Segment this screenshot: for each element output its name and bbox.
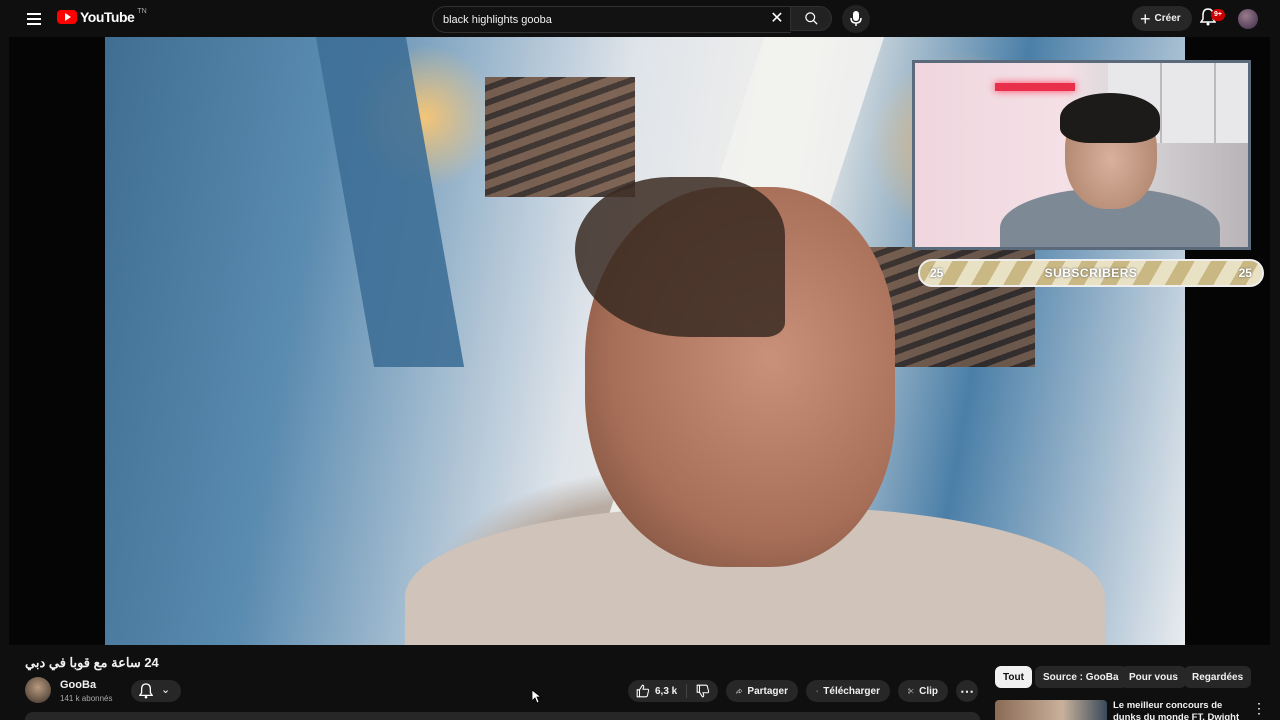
description-box[interactable] bbox=[25, 712, 980, 720]
search-icon bbox=[805, 12, 818, 25]
chevron-down-icon: ⌄ bbox=[161, 684, 171, 696]
chip-source[interactable]: Source : GooBa bbox=[1035, 666, 1127, 688]
download-icon bbox=[816, 690, 818, 692]
download-button[interactable]: Télécharger bbox=[806, 680, 890, 702]
chip-all[interactable]: Tout bbox=[995, 666, 1032, 688]
account-avatar[interactable] bbox=[1238, 9, 1258, 29]
youtube-logo-icon bbox=[57, 10, 77, 24]
recommendation-title[interactable]: Le meilleur concours de dunks du monde F… bbox=[1113, 700, 1248, 720]
recommendation-thumbnail[interactable] bbox=[995, 700, 1107, 720]
share-button[interactable]: Partager bbox=[726, 680, 798, 702]
wood-slats bbox=[485, 77, 635, 197]
search-button[interactable] bbox=[790, 6, 832, 31]
chip-watched[interactable]: Regardées bbox=[1184, 666, 1252, 688]
like-divider bbox=[686, 684, 687, 698]
sub-goal-label: SUBSCRIBERS bbox=[1044, 266, 1138, 280]
subscriber-goal-bar: 25 SUBSCRIBERS 25 bbox=[918, 259, 1264, 287]
video-player[interactable]: 25 SUBSCRIBERS 25 bbox=[9, 37, 1270, 645]
close-icon[interactable]: ✕ bbox=[769, 11, 785, 27]
wall-panel bbox=[315, 37, 465, 367]
clip-label: Clip bbox=[919, 685, 938, 697]
mic-icon bbox=[850, 11, 862, 26]
video-title: 24 ساعة مع قوبا في دبي bbox=[25, 655, 159, 670]
bell-icon bbox=[139, 683, 153, 699]
like-dislike-group: 6,3 k bbox=[628, 680, 718, 702]
thumbs-up-icon bbox=[636, 684, 650, 698]
channel-avatar[interactable] bbox=[25, 677, 51, 703]
voice-search-button[interactable] bbox=[842, 5, 870, 33]
sub-goal-right: 25 bbox=[1238, 266, 1252, 280]
like-count: 6,3 k bbox=[655, 685, 678, 697]
share-label: Partager bbox=[747, 685, 788, 697]
more-icon: ⋯ bbox=[960, 682, 974, 699]
subscription-bell-button[interactable]: ⌄ bbox=[131, 680, 181, 702]
thumbs-down-icon bbox=[696, 684, 710, 698]
channel-name[interactable]: GooBa bbox=[60, 679, 96, 691]
chip-for-you[interactable]: Pour vous bbox=[1121, 666, 1186, 688]
channel-subscriber-count: 141 k abonnés bbox=[60, 694, 113, 703]
like-button[interactable]: 6,3 k bbox=[628, 680, 684, 702]
download-label: Télécharger bbox=[823, 685, 880, 697]
streamer-webcam-overlay bbox=[912, 60, 1251, 250]
notification-badge: 9+ bbox=[1211, 9, 1225, 21]
dislike-button[interactable] bbox=[688, 680, 718, 702]
search-input[interactable] bbox=[443, 7, 763, 32]
youtube-logo[interactable]: YouTube TN bbox=[57, 7, 147, 25]
menu-icon[interactable] bbox=[22, 7, 46, 31]
create-button[interactable]: + Créer bbox=[1132, 6, 1192, 31]
cam-person-hair bbox=[1060, 93, 1160, 143]
create-label: Créer bbox=[1154, 13, 1181, 24]
neon-sign bbox=[995, 83, 1075, 91]
sub-goal-left: 25 bbox=[930, 266, 944, 280]
top-bar: YouTube TN ✕ + Créer 9+ bbox=[0, 0, 1280, 37]
clip-button[interactable]: Clip bbox=[898, 680, 948, 702]
logo-country-code: TN bbox=[137, 7, 147, 15]
search-box: ✕ bbox=[432, 6, 791, 33]
more-actions-button[interactable]: ⋯ bbox=[956, 680, 978, 702]
scissors-icon bbox=[908, 688, 914, 694]
logo-text: YouTube bbox=[80, 9, 135, 25]
plus-icon: + bbox=[1140, 8, 1151, 29]
share-icon bbox=[736, 688, 743, 694]
mouse-cursor-icon bbox=[532, 690, 542, 704]
recommendation-more-icon[interactable]: ⋮ bbox=[1252, 700, 1266, 717]
